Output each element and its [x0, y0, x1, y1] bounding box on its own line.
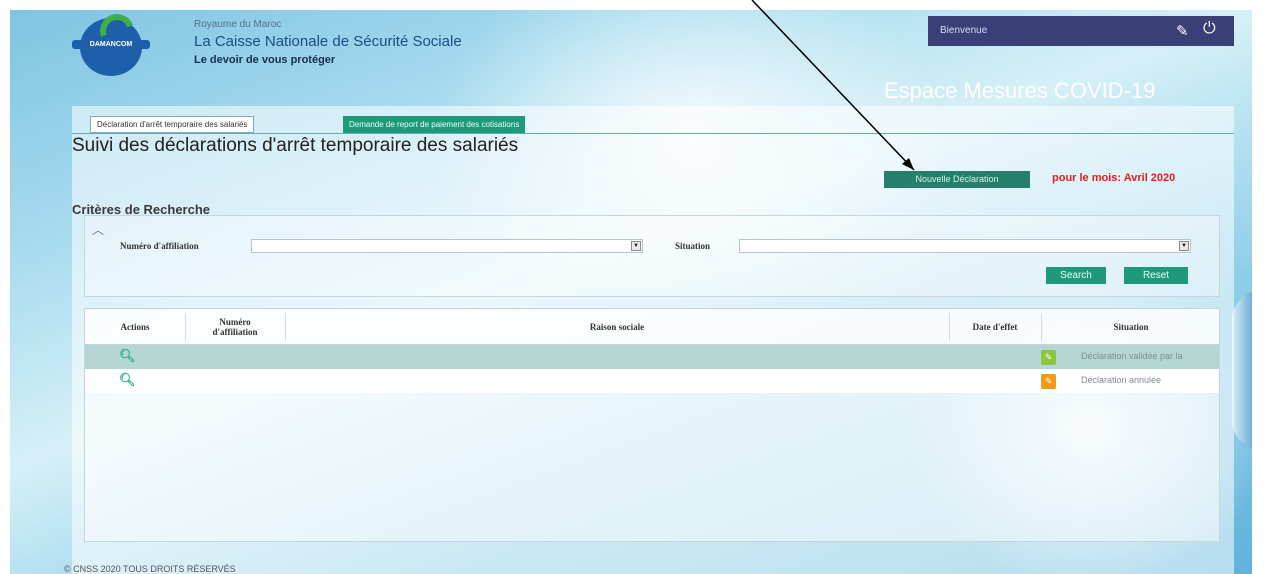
header-numero-line2: d'affiliation: [212, 327, 258, 337]
search-icon[interactable]: 🔍︎: [119, 372, 136, 388]
tab-report-paiement[interactable]: Demande de report de paiement des cotisa…: [343, 116, 526, 133]
org-name: La Caisse Nationale de Sécurité Sociale: [194, 33, 462, 50]
kingdom-label: Royaume du Maroc: [194, 19, 282, 30]
table-row[interactable]: 🔍︎ ✎ Déclaration validée par la: [85, 345, 1219, 369]
search-icon[interactable]: 🔍︎: [119, 348, 136, 364]
row-situation: Déclaration validée par la: [1081, 351, 1183, 361]
space-title: Espace Mesures COVID-19: [884, 78, 1156, 103]
situation-label: Situation: [675, 241, 711, 251]
power-icon[interactable]: ⏻: [1203, 20, 1216, 38]
month-label: pour le mois: Avril 2020: [1052, 172, 1176, 184]
tab-declaration[interactable]: Déclaration d'arrêt temporaire des salar…: [90, 116, 255, 133]
header-date-effet[interactable]: Date d'effet: [949, 309, 1041, 345]
reset-button[interactable]: Reset: [1124, 267, 1188, 284]
edit-status-icon[interactable]: ✎: [1041, 350, 1056, 365]
decorative-edge: [1232, 290, 1252, 450]
header-numero-line1: Numéro: [219, 317, 251, 327]
row-situation: Déclaration annulée: [1081, 375, 1162, 385]
damancom-logo[interactable]: DAMANCOM: [70, 10, 150, 80]
collapse-icon[interactable]: ︿: [92, 221, 104, 238]
page-title: Suivi des déclarations d'arrêt temporair…: [72, 135, 519, 156]
situation-select[interactable]: ▼: [739, 239, 1191, 253]
declarations-table: Actions Numéro d'affiliation Raison soci…: [84, 308, 1220, 542]
search-button[interactable]: Search: [1046, 267, 1106, 284]
header-raison-sociale[interactable]: Raison sociale: [285, 309, 949, 345]
table-header: Actions Numéro d'affiliation Raison soci…: [85, 309, 1219, 345]
edit-status-icon[interactable]: ✎: [1041, 374, 1056, 389]
affiliation-select[interactable]: ▼: [251, 239, 643, 253]
app-window: DAMANCOM Royaume du Maroc La Caisse Nati…: [10, 10, 1252, 574]
welcome-text: Bienvenue: [940, 25, 988, 36]
pencil-icon[interactable]: ✎: [1176, 22, 1189, 40]
header-situation[interactable]: Situation: [1041, 309, 1219, 345]
tab-divider: [72, 133, 1234, 134]
affiliation-label: Numéro d'affiliation: [120, 241, 199, 251]
header-numero[interactable]: Numéro d'affiliation: [185, 309, 285, 345]
chevron-down-icon[interactable]: ▼: [1179, 241, 1189, 251]
new-declaration-button[interactable]: Nouvelle Déclaration: [884, 171, 1030, 188]
footer-copyright: © CNSS 2020 TOUS DROITS RÉSERVÉS: [64, 564, 236, 574]
user-bar: Bienvenue ✎ ⏻: [928, 16, 1234, 46]
header-actions[interactable]: Actions: [85, 309, 185, 345]
chevron-down-icon[interactable]: ▼: [631, 241, 641, 251]
table-row[interactable]: 🔍︎ ✎ Déclaration annulée: [85, 369, 1219, 393]
search-criteria-box: [84, 215, 1220, 297]
tagline: Le devoir de vous protéger: [194, 54, 336, 66]
logo-text: DAMANCOM: [72, 40, 150, 49]
